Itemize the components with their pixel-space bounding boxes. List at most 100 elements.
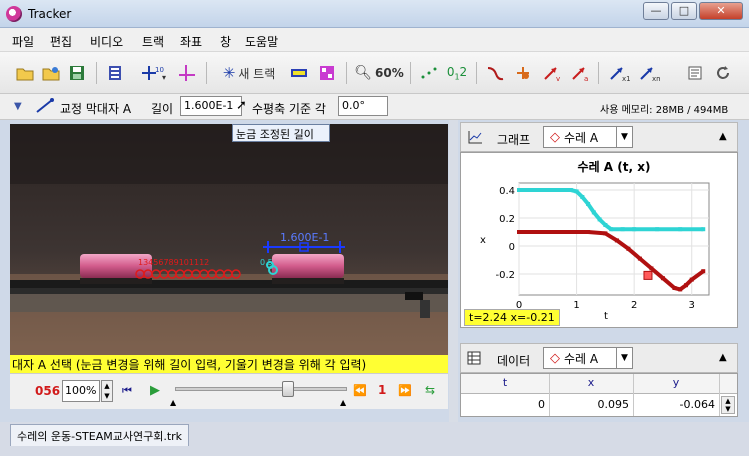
angle-field[interactable]: 0.0° [338,96,388,116]
magnifier-icon: 🔍︎ [354,65,373,81]
cell-t[interactable]: 0 [461,398,545,411]
rate-spinner[interactable]: ▲ ▼ [101,380,113,402]
zoom-level: 60% [375,66,404,80]
center-of-mass-icon[interactable]: xm [636,61,662,85]
playback-slider-track[interactable] [175,387,347,391]
data-table[interactable]: t x y 0 0.095 -0.064 ▲ ▼ [460,373,738,417]
main-toolbar: 10 ▾ ✳ 새 트랙 🔍︎ 60% 012 v a x1 xm [0,52,749,94]
menu-file[interactable]: 파일 [12,33,34,50]
y-axis-label: x [480,235,486,246]
graph-panel[interactable]: 0.4 0.2 0 -0.2 0 1 2 3 수레 A (t, x) t x t=2.24 x=-0… [460,152,738,328]
x-tick-label: 1 [573,300,579,311]
track-point-labels: 13456789101112 [138,258,209,267]
new-track-button[interactable]: ✳ 새 트랙 [214,61,284,85]
track-control-icon[interactable] [288,61,310,85]
open-folder-icon[interactable] [14,61,36,85]
data-point [632,227,637,232]
play-icon[interactable]: ▶ [150,383,160,398]
end-marker-icon[interactable]: ▲ [340,398,346,407]
close-button[interactable]: ✕ [699,2,743,20]
cell-y[interactable]: -0.064 [633,398,715,411]
tracker-app-icon [6,6,22,22]
data-export-icon[interactable] [316,61,338,85]
data-track-dropdown[interactable]: ◇ 수레 A ▼ [543,347,633,369]
table-header-y[interactable]: y [633,376,719,389]
step-back-icon[interactable]: ⏪ [353,384,367,397]
menu-track[interactable]: 트랙 [142,33,164,50]
tooltip: 눈금 조정된 길이 [232,124,330,142]
video-clip-settings-icon[interactable] [104,61,126,85]
menu-window[interactable]: 창 [220,33,231,50]
graph-track-name: 수레 A [564,130,599,145]
table-header-t[interactable]: t [461,376,549,389]
playback-slider-thumb[interactable] [282,381,294,397]
calibration-track-name[interactable]: 교정 막대자 A [60,100,131,117]
start-marker-icon[interactable]: ▲ [170,398,176,407]
menu-bar: 파일 편집 비디오 트랙 좌표 창 도움말 [0,28,749,52]
graph-tab-label[interactable]: 그래프 [497,131,530,148]
notes-icon[interactable] [684,61,706,85]
y-tick-label: 0 [509,242,515,253]
labels-icon[interactable]: 012 [444,61,470,85]
chart-title: 수레 A (t, x) [578,159,651,174]
position-marker-icon[interactable] [512,61,534,85]
calibration-tools-icon[interactable]: 10 ▾ [138,61,170,85]
menu-video[interactable]: 비디오 [90,33,123,50]
playback-rate-field[interactable]: 100% [62,380,100,402]
svg-text:▾: ▾ [162,73,166,82]
file-tab[interactable]: 수레의 운동-STEAM교사연구회.trk [10,424,190,446]
vector-sum-icon[interactable]: x1 [606,61,632,85]
data-point [563,230,568,234]
data-track-name: 수레 A [564,351,599,366]
refresh-icon[interactable] [712,61,734,85]
data-point [591,210,596,215]
path-line-icon[interactable] [484,61,506,85]
svg-text:x1: x1 [622,75,630,82]
minimize-button[interactable]: — [643,2,669,20]
svg-text:v: v [556,75,560,82]
table-header-x[interactable]: x [549,376,633,389]
cell-x[interactable]: 0.095 [549,398,630,411]
open-video-icon[interactable] [40,61,62,85]
graph-icon [467,130,483,147]
collapse-toolbar-icon[interactable]: ▼ [14,101,22,112]
menu-coordinates[interactable]: 좌표 [180,33,202,50]
data-point [655,227,660,232]
position-chart[interactable]: 0.40.20-0.20 1 2 3수레 A (t, x)tx [461,153,737,327]
data-point [540,230,545,234]
save-icon[interactable] [66,61,88,85]
svg-text:xm: xm [652,75,660,82]
go-to-start-icon[interactable]: ⏮ [122,384,132,398]
frame-number[interactable]: 056 [35,384,60,398]
maximize-button[interactable]: □ [671,2,697,20]
data-point [517,188,521,192]
menu-help[interactable]: 도움말 [245,33,278,50]
calibration-stick-icon [34,97,56,118]
video-panel[interactable]: 13456789101112 1.600E-1 0.5 [10,124,448,355]
memory-usage: 사용 메모리: 28MB / 494MB [600,105,729,116]
axes-icon[interactable] [176,61,198,85]
data-point [614,238,619,243]
menu-edit[interactable]: 편집 [50,33,72,50]
loop-icon[interactable]: ⇆ [425,383,435,397]
panel-splitter[interactable] [449,120,458,422]
step-size[interactable]: 1 [378,383,386,397]
graph-header: 그래프 ◇ 수레 A ▼ ▲ [460,122,738,152]
zoom-button[interactable]: 🔍︎ 60% [354,61,404,85]
acceleration-vector-icon[interactable]: a [568,61,592,85]
trail-points-icon[interactable] [418,61,440,85]
data-point [603,223,608,227]
x-axis-label: t [604,311,608,322]
table-icon [467,351,481,368]
data-point [626,246,631,251]
graph-track-dropdown[interactable]: ◇ 수레 A ▼ [543,126,633,148]
maximize-graph-icon[interactable]: ▲ [719,131,727,142]
velocity-vector-icon[interactable]: v [540,61,564,85]
data-point [683,283,688,288]
length-field[interactable]: 1.600E-1 [180,96,242,116]
step-forward-icon[interactable]: ⏩ [398,384,412,397]
data-tab-label[interactable]: 데이터 [497,352,530,369]
data-point [649,266,654,271]
maximize-data-icon[interactable]: ▲ [719,352,727,363]
table-scrollbar[interactable]: ▲ ▼ [721,396,735,414]
